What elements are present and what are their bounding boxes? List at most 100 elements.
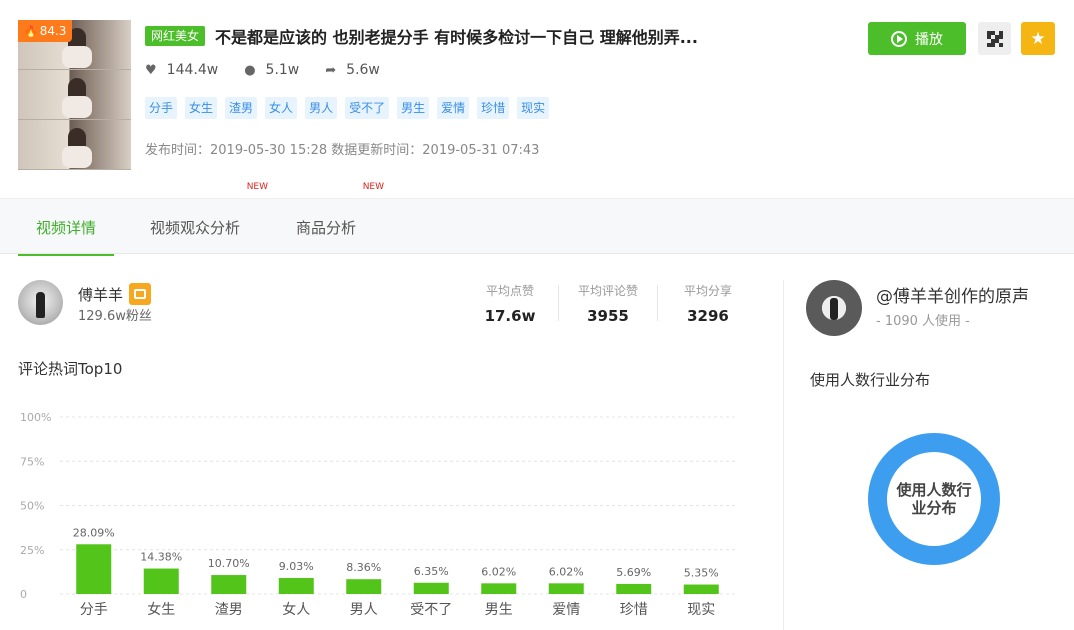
flame-icon: 🔥 <box>24 25 38 38</box>
bar <box>683 584 719 594</box>
video-thumbnail[interactable] <box>18 20 131 170</box>
bar <box>278 578 314 594</box>
avg-likes-label: 平均点赞 <box>485 284 534 298</box>
author-fans: 129.6w粉丝 <box>78 309 152 324</box>
x-tick-label: 分手 <box>80 602 108 618</box>
data-label: 6.35% <box>414 565 449 578</box>
tab-label: 视频观众分析 <box>150 219 241 237</box>
tab-audience-analysis[interactable]: 视频观众分析 NEW <box>150 183 268 255</box>
shares-stat: ➦ 5.6w <box>325 62 380 78</box>
score-value: 84.3 <box>39 24 67 38</box>
play-icon <box>891 30 907 47</box>
avg-shares-value: 3296 <box>687 307 729 325</box>
new-badge: NEW <box>246 182 269 192</box>
keyword-tag[interactable]: 爱情 <box>437 97 470 119</box>
favorite-button[interactable]: ★ <box>1021 22 1055 55</box>
keyword-tag[interactable]: 男生 <box>397 97 430 119</box>
y-tick-label: 25% <box>20 544 44 557</box>
tab-label: 商品分析 <box>296 219 357 237</box>
score-badge: 🔥 84.3 <box>18 20 73 42</box>
comments-stat: ● 5.1w <box>244 62 299 78</box>
shares-count: 5.6w <box>346 62 380 78</box>
share-icon: ➦ <box>325 62 337 78</box>
keyword-tag[interactable]: 女人 <box>265 97 298 119</box>
author-avatar[interactable] <box>18 280 63 325</box>
comment-icon: ● <box>244 62 256 78</box>
play-button[interactable]: 播放 <box>868 22 966 55</box>
avg-likes: 平均点赞 17.6w <box>480 282 540 325</box>
x-tick-label: 女生 <box>147 601 175 618</box>
heart-icon: ♥ <box>145 62 157 78</box>
bar <box>481 583 517 594</box>
qr-code-button[interactable] <box>978 22 1011 55</box>
keyword-tag[interactable]: 现实 <box>517 97 550 119</box>
avg-comment-likes-value: 3955 <box>587 307 629 325</box>
comment-keywords-chart: 100% 75% 50% 25% 0 28.09% 分手 14.38% 女生 10.70% 渣男 9.… <box>20 411 735 618</box>
x-tick-label: 珍惜 <box>620 602 648 618</box>
video-title[interactable]: 不是都是应该的 也别老提分手 有时候多检讨一下自己 理解他别弄... <box>215 24 698 48</box>
data-label: 14.38% <box>140 551 182 564</box>
y-tick-label: 100% <box>20 411 51 424</box>
bar <box>548 583 584 594</box>
avg-comment-likes-label: 平均评论赞 <box>577 284 638 298</box>
keyword-tag[interactable]: 渣男 <box>225 97 258 119</box>
divider <box>657 285 658 321</box>
keyword-tag[interactable]: 女生 <box>185 97 218 119</box>
video-stats: ♥ 144.4w ● 5.1w ➦ 5.6w <box>145 62 406 78</box>
music-name[interactable]: @傅羊羊创作的原声 <box>876 282 1029 307</box>
x-tick-label: 现实 <box>687 602 715 618</box>
data-label: 28.09% <box>73 526 115 539</box>
bar <box>143 568 179 594</box>
title-row: 网红美女 不是都是应该的 也别老提分手 有时候多检讨一下自己 理解他别弄... <box>145 24 698 48</box>
bar <box>413 582 449 594</box>
keyword-tag[interactable]: 分手 <box>145 97 178 119</box>
publish-time: 发布时间：2019-05-30 15:28 数据更新时间：2019-05-31 … <box>145 143 540 158</box>
play-label: 播放 <box>915 31 943 48</box>
tab-bar: 视频详情 视频观众分析 NEW 商品分析 NEW <box>0 183 1074 256</box>
likes-stat: ♥ 144.4w <box>145 62 218 78</box>
category-tag: 网红美女 <box>145 26 206 46</box>
data-label: 6.02% <box>549 565 584 578</box>
x-tick-label: 渣男 <box>215 602 243 618</box>
bar <box>211 575 247 594</box>
industry-title: 使用人数行业分布 <box>810 371 931 389</box>
bar <box>616 583 652 594</box>
donut-center-label: 使用人数行业分布 <box>896 481 972 517</box>
x-tick-label: 爱情 <box>552 602 580 618</box>
likes-count: 144.4w <box>166 62 219 78</box>
avg-likes-value: 17.6w <box>484 307 536 325</box>
tab-label: 视频详情 <box>36 219 97 237</box>
x-tick-label: 男生 <box>485 602 513 618</box>
y-tick-label: 0 <box>20 588 27 601</box>
tab-product-analysis[interactable]: 商品分析 NEW <box>296 183 384 255</box>
avg-shares-label: 平均分享 <box>683 284 732 298</box>
data-label: 10.70% <box>208 557 250 570</box>
data-label: 8.36% <box>346 561 381 574</box>
tab-video-details[interactable]: 视频详情 <box>17 199 115 256</box>
data-label: 5.69% <box>616 566 651 579</box>
avg-shares: 平均分享 3296 <box>678 282 738 325</box>
author-name[interactable]: 傅羊羊 <box>78 284 123 305</box>
data-label: 6.02% <box>481 565 516 578</box>
divider <box>558 285 559 321</box>
star-icon: ★ <box>1030 28 1046 49</box>
panel-divider <box>783 280 784 630</box>
x-tick-label: 受不了 <box>410 602 452 618</box>
new-badge: NEW <box>362 182 385 192</box>
avg-comment-likes: 平均评论赞 3955 <box>572 282 644 325</box>
bar <box>76 544 112 594</box>
data-label: 9.03% <box>279 560 314 573</box>
music-avatar[interactable] <box>806 280 862 336</box>
keyword-tag[interactable]: 珍惜 <box>477 97 510 119</box>
y-tick-label: 50% <box>20 500 44 513</box>
x-tick-label: 男人 <box>350 602 378 618</box>
video-header: 🔥 84.3 网红美女 不是都是应该的 也别老提分手 有时候多检讨一下自己 理解他… <box>0 0 1074 198</box>
comment-keywords-title: 评论热词Top10 <box>18 360 123 378</box>
keyword-tags: 分手 女生 渣男 女人 男人 受不了 男生 爱情 珍惜 现实 <box>145 97 557 119</box>
author-name-row: 傅羊羊 <box>78 283 152 305</box>
y-tick-label: 75% <box>20 455 44 468</box>
qr-code-icon <box>986 30 1003 47</box>
music-usage: - 1090 人使用 - <box>876 314 970 329</box>
keyword-tag[interactable]: 受不了 <box>345 97 390 119</box>
keyword-tag[interactable]: 男人 <box>305 97 338 119</box>
